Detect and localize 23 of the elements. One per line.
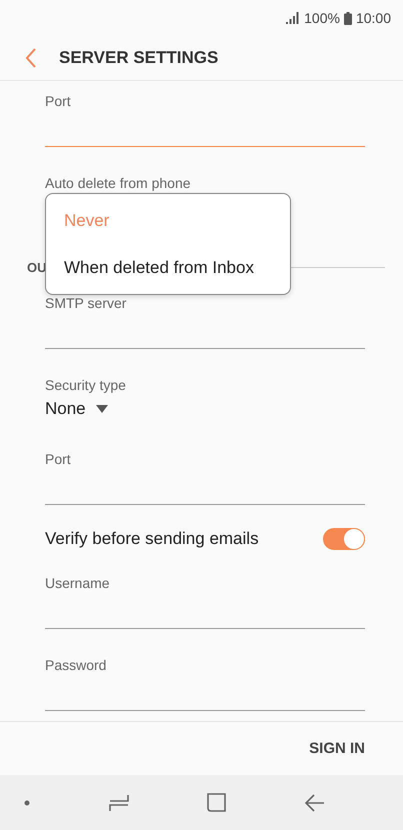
- menu-option[interactable]: When deleted from Inbox: [46, 244, 290, 291]
- clock: 10:00: [356, 10, 391, 26]
- dot-icon[interactable]: [24, 800, 30, 806]
- home-icon[interactable]: [207, 793, 226, 812]
- field-label: Security type: [45, 376, 126, 395]
- field-label: Password: [45, 656, 106, 675]
- security-dropdown[interactable]: None: [45, 395, 108, 423]
- field-label: Username: [45, 574, 110, 593]
- sign-in-button[interactable]: SIGN IN: [309, 736, 365, 761]
- toggle-switch[interactable]: [323, 528, 365, 550]
- battery-icon: [344, 12, 352, 24]
- field-label: Auto delete from phone: [45, 174, 191, 193]
- battery-level: 100%: [304, 10, 340, 26]
- signal-icon: [286, 12, 300, 24]
- field-label: Port: [45, 450, 71, 469]
- caret-icon: [96, 405, 108, 413]
- screen-title: SERVER SETTINGS: [59, 48, 218, 68]
- recent-apps-icon[interactable]: [108, 794, 129, 812]
- field-label: Port: [45, 92, 71, 111]
- field-label: SMTP server: [45, 294, 126, 313]
- back-icon[interactable]: [304, 794, 325, 812]
- section-header: OU: [27, 260, 46, 274]
- setting-label: Verify before sending emails: [45, 529, 259, 549]
